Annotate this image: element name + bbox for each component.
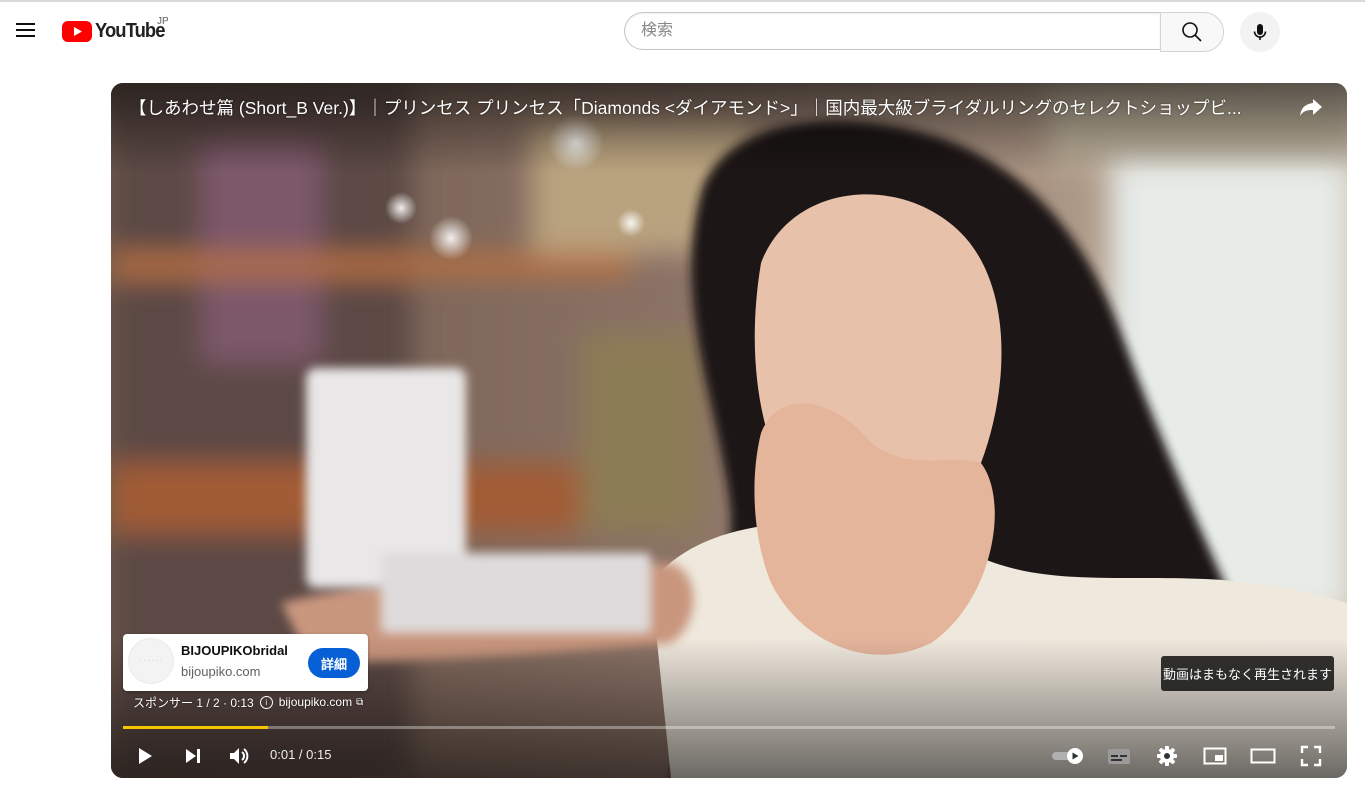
logo-text: YouTube [95, 19, 165, 42]
autoplay-toggle[interactable] [1051, 741, 1087, 771]
sponsor-label: スポンサー 1 / 2 · 0:13 [133, 695, 254, 710]
settings-icon [1157, 746, 1177, 766]
info-icon[interactable]: i [259, 695, 273, 709]
menu-button[interactable] [14, 18, 38, 42]
advertiser-name[interactable]: BIJOUPIKObridal [181, 643, 288, 658]
ad-details-button[interactable]: 詳細 [308, 648, 360, 678]
mute-button[interactable] [224, 741, 254, 771]
next-button[interactable] [178, 741, 208, 771]
settings-button[interactable] [1152, 741, 1182, 771]
video-title[interactable]: 【しあわせ篇 (Short_B Ver.)】｜プリンセス プリンセス「Diamo… [129, 95, 1289, 119]
search-bar [624, 12, 1224, 52]
progress-bar[interactable] [123, 726, 1335, 729]
voice-search-button[interactable] [1240, 12, 1280, 52]
youtube-logo-icon [62, 20, 92, 42]
advertiser-domain[interactable]: bijoupiko.com [181, 664, 261, 679]
theater-mode-button[interactable] [1248, 741, 1278, 771]
region-code: JP [157, 16, 169, 27]
search-button[interactable] [1160, 12, 1224, 52]
share-button[interactable] [1297, 95, 1325, 119]
ad-card[interactable]: · · · · · · BIJOUPIKObridal bijoupiko.co… [123, 634, 368, 691]
next-icon [186, 749, 200, 763]
video-player[interactable]: 【しあわせ篇 (Short_B Ver.)】｜プリンセス プリンセス「Diamo… [111, 83, 1347, 778]
autoplay-toggle-icon [1052, 748, 1083, 764]
youtube-logo[interactable]: YouTube [62, 19, 171, 43]
ad-meta: スポンサー 1 / 2 · 0:13 i bijoupiko.com ⧉ [133, 693, 363, 711]
play-icon [139, 748, 152, 764]
miniplayer-button[interactable] [1200, 741, 1230, 771]
microphone-icon [1253, 24, 1267, 40]
theater-icon [1250, 748, 1276, 764]
subtitles-icon [1108, 749, 1130, 764]
skip-notice: 動画はまもなく再生されます [1161, 656, 1334, 691]
share-icon [1300, 99, 1322, 116]
search-input[interactable] [624, 12, 1160, 50]
masthead: YouTube JP [0, 2, 1365, 58]
time-display: 0:01 / 0:15 [270, 747, 332, 762]
external-link-icon: ⧉ [356, 696, 364, 708]
fullscreen-icon [1300, 745, 1322, 767]
ad-link[interactable]: bijoupiko.com [279, 695, 352, 709]
volume-icon [230, 748, 249, 764]
player-controls: 0:01 / 0:15 [111, 735, 1347, 775]
advertiser-logo-mark: · · · · · · [139, 658, 163, 664]
subtitles-button[interactable] [1104, 741, 1134, 771]
play-button[interactable] [130, 741, 160, 771]
fullscreen-button[interactable] [1296, 741, 1326, 771]
search-icon [1182, 22, 1202, 42]
miniplayer-icon [1203, 747, 1227, 765]
progress-fill [123, 726, 269, 729]
advertiser-avatar[interactable]: · · · · · · [128, 638, 174, 684]
